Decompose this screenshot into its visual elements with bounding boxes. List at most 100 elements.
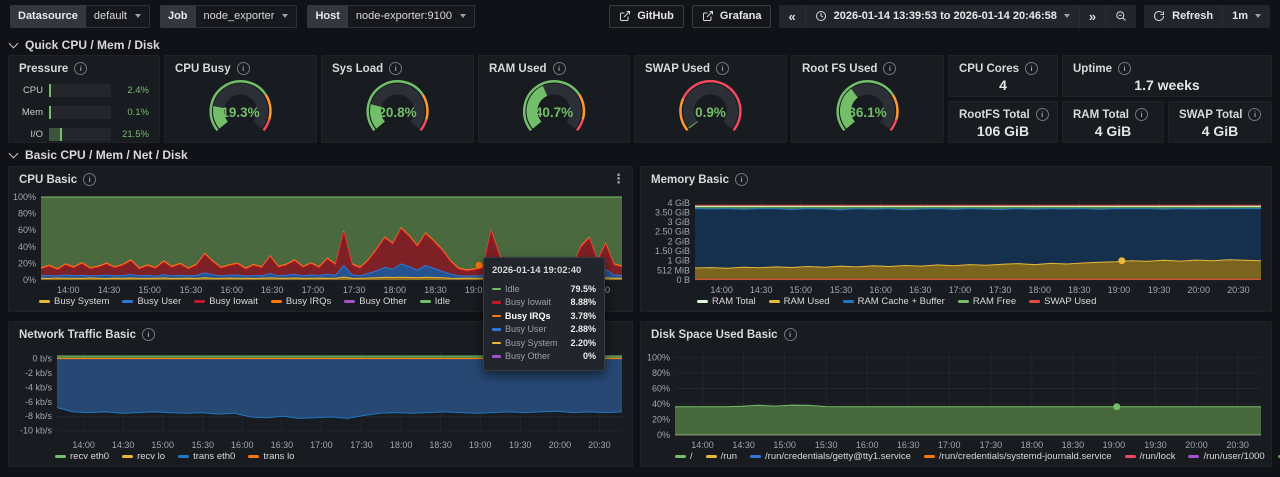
- panel-title-text: SWAP Used: [645, 63, 710, 75]
- svg-text:17:30: 17:30: [989, 285, 1012, 295]
- svg-text:1.50 GiB: 1.50 GiB: [655, 246, 690, 256]
- svg-text:15:00: 15:00: [790, 285, 813, 295]
- svg-text:60%: 60%: [652, 384, 670, 394]
- legend-item[interactable]: recv eth0: [55, 451, 109, 462]
- svg-text:19:30: 19:30: [1148, 285, 1171, 295]
- info-icon[interactable]: i: [735, 173, 748, 186]
- legend-label: trans eth0: [193, 451, 235, 462]
- panel-rootfs-used: Root FS Usedi 36.1%: [791, 55, 944, 143]
- legend-item[interactable]: RAM Free: [958, 296, 1016, 307]
- svg-text:14:00: 14:00: [691, 440, 714, 450]
- section-basic-cpu-mem-net-disk[interactable]: Basic CPU / Mem / Net / Disk: [10, 148, 188, 162]
- svg-text:19:00: 19:00: [469, 440, 492, 450]
- svg-text:16:00: 16:00: [856, 440, 879, 450]
- info-icon[interactable]: i: [716, 62, 729, 75]
- svg-text:20:30: 20:30: [588, 440, 611, 450]
- stat-value: 106 GiB: [949, 123, 1057, 139]
- pressure-row: Mem 0.1%: [17, 105, 149, 119]
- svg-text:19.3%: 19.3%: [221, 105, 259, 120]
- svg-text:-8 kb/s: -8 kb/s: [25, 411, 53, 421]
- variable-label: Host: [307, 5, 347, 28]
- legend-item[interactable]: /run/credentials/systemd-journald.servic…: [924, 451, 1112, 462]
- legend-item[interactable]: Busy IRQs: [271, 296, 331, 307]
- legend-swatch: [924, 455, 935, 458]
- legend-item[interactable]: /run/user/1000: [1188, 451, 1264, 462]
- panel-cpu-busy: CPU Busyi 19.3%: [164, 55, 317, 143]
- legend-item[interactable]: RAM Total: [697, 296, 756, 307]
- pressure-label: I/O: [17, 129, 43, 140]
- legend-item[interactable]: Busy Iowait: [194, 296, 258, 307]
- time-shift-forward-button[interactable]: »: [1080, 5, 1105, 28]
- section-title: Basic CPU / Mem / Net / Disk: [25, 148, 188, 162]
- refresh-button[interactable]: Refresh: [1144, 5, 1222, 28]
- info-icon[interactable]: i: [1036, 108, 1049, 121]
- panel-uptime: Uptimei 1.7 weeks: [1062, 55, 1272, 97]
- section-quick-cpu-mem-disk[interactable]: Quick CPU / Mem / Disk: [10, 38, 160, 52]
- legend-label: trans lo: [263, 451, 294, 462]
- pressure-bar-mem: [49, 106, 111, 119]
- legend-item[interactable]: SWAP Used: [1029, 296, 1096, 307]
- info-icon[interactable]: i: [389, 62, 402, 75]
- tooltip-swatch: [492, 288, 501, 291]
- legend-swatch: [271, 300, 282, 303]
- grafana-label: Grafana: [720, 10, 762, 22]
- job-select[interactable]: node_exporter: [196, 5, 298, 28]
- zoom-out-time-button[interactable]: [1106, 5, 1136, 28]
- topbar-actions: GitHub Grafana « 2026-01-14 13:39:53 to …: [609, 5, 1270, 28]
- legend-item[interactable]: Idle: [420, 296, 450, 307]
- info-icon[interactable]: i: [784, 328, 797, 341]
- legend-item[interactable]: RAM Used: [769, 296, 830, 307]
- time-shift-back-button[interactable]: «: [779, 5, 804, 28]
- legend-item[interactable]: recv lo: [122, 451, 165, 462]
- legend-item[interactable]: RAM Cache + Buffer: [843, 296, 945, 307]
- panel-swap-used: SWAP Usedi 0.9%: [634, 55, 787, 143]
- info-icon[interactable]: i: [1248, 108, 1261, 121]
- tooltip-series-label: Busy Other: [505, 351, 583, 361]
- legend-item[interactable]: /run/credentials/getty@tty1.service: [750, 451, 911, 462]
- chart-tooltip: 2026-01-14 19:02:40 Idle79.5%Busy Iowait…: [483, 257, 605, 371]
- legend-item[interactable]: /run: [706, 451, 737, 462]
- panel-title: CPU Busyi: [165, 56, 316, 75]
- info-icon[interactable]: i: [83, 173, 96, 186]
- cpu-basic-legend: Busy System Busy User Busy Iowait Busy IRQs…: [39, 296, 450, 307]
- pressure-bar-fill: [49, 84, 51, 97]
- legend-item[interactable]: Busy Other: [344, 296, 407, 307]
- info-icon[interactable]: i: [74, 62, 87, 75]
- refresh-interval-select[interactable]: 1m: [1223, 5, 1270, 28]
- legend-item[interactable]: trans lo: [248, 451, 294, 462]
- grafana-link-button[interactable]: Grafana: [692, 5, 772, 28]
- info-icon[interactable]: i: [1135, 108, 1148, 121]
- info-icon[interactable]: i: [1118, 62, 1131, 75]
- legend-item[interactable]: trans eth0: [178, 451, 235, 462]
- panel-title: Uptimei: [1063, 56, 1271, 75]
- legend-label: recv eth0: [70, 451, 109, 462]
- info-icon[interactable]: i: [237, 62, 250, 75]
- tooltip-series-value: 8.88%: [570, 297, 596, 307]
- svg-text:36.1%: 36.1%: [848, 105, 886, 120]
- info-icon[interactable]: i: [883, 62, 896, 75]
- legend-item[interactable]: /run/lock: [1125, 451, 1176, 462]
- legend-swatch: [769, 300, 780, 303]
- legend-item[interactable]: /: [675, 451, 693, 462]
- panel-title: SWAP Used i: [635, 56, 786, 75]
- svg-text:16:00: 16:00: [231, 440, 254, 450]
- panel-menu-icon[interactable]: ⋮: [612, 172, 625, 185]
- datasource-select[interactable]: default: [86, 5, 150, 28]
- panel-title-text: Sys Load: [332, 63, 383, 75]
- legend-item[interactable]: Busy System: [39, 296, 109, 307]
- zoom-out-icon: [1115, 10, 1127, 22]
- info-icon[interactable]: i: [553, 62, 566, 75]
- svg-text:15:00: 15:00: [773, 440, 796, 450]
- svg-text:20:30: 20:30: [1226, 440, 1249, 450]
- legend-item[interactable]: Busy User: [122, 296, 181, 307]
- info-icon[interactable]: i: [142, 328, 155, 341]
- panel-title: RootFS Totali: [949, 102, 1057, 121]
- github-link-button[interactable]: GitHub: [609, 5, 684, 28]
- time-range-text: 2026-01-14 13:39:53 to 2026-01-14 20:46:…: [834, 10, 1057, 22]
- info-icon[interactable]: i: [1025, 62, 1038, 75]
- variable-datasource: Datasource default: [10, 5, 150, 28]
- time-range-button[interactable]: 2026-01-14 13:39:53 to 2026-01-14 20:46:…: [806, 5, 1079, 28]
- svg-text:2 GiB: 2 GiB: [667, 236, 690, 246]
- svg-text:15:00: 15:00: [151, 440, 174, 450]
- host-select[interactable]: node-exporter:9100: [348, 5, 475, 28]
